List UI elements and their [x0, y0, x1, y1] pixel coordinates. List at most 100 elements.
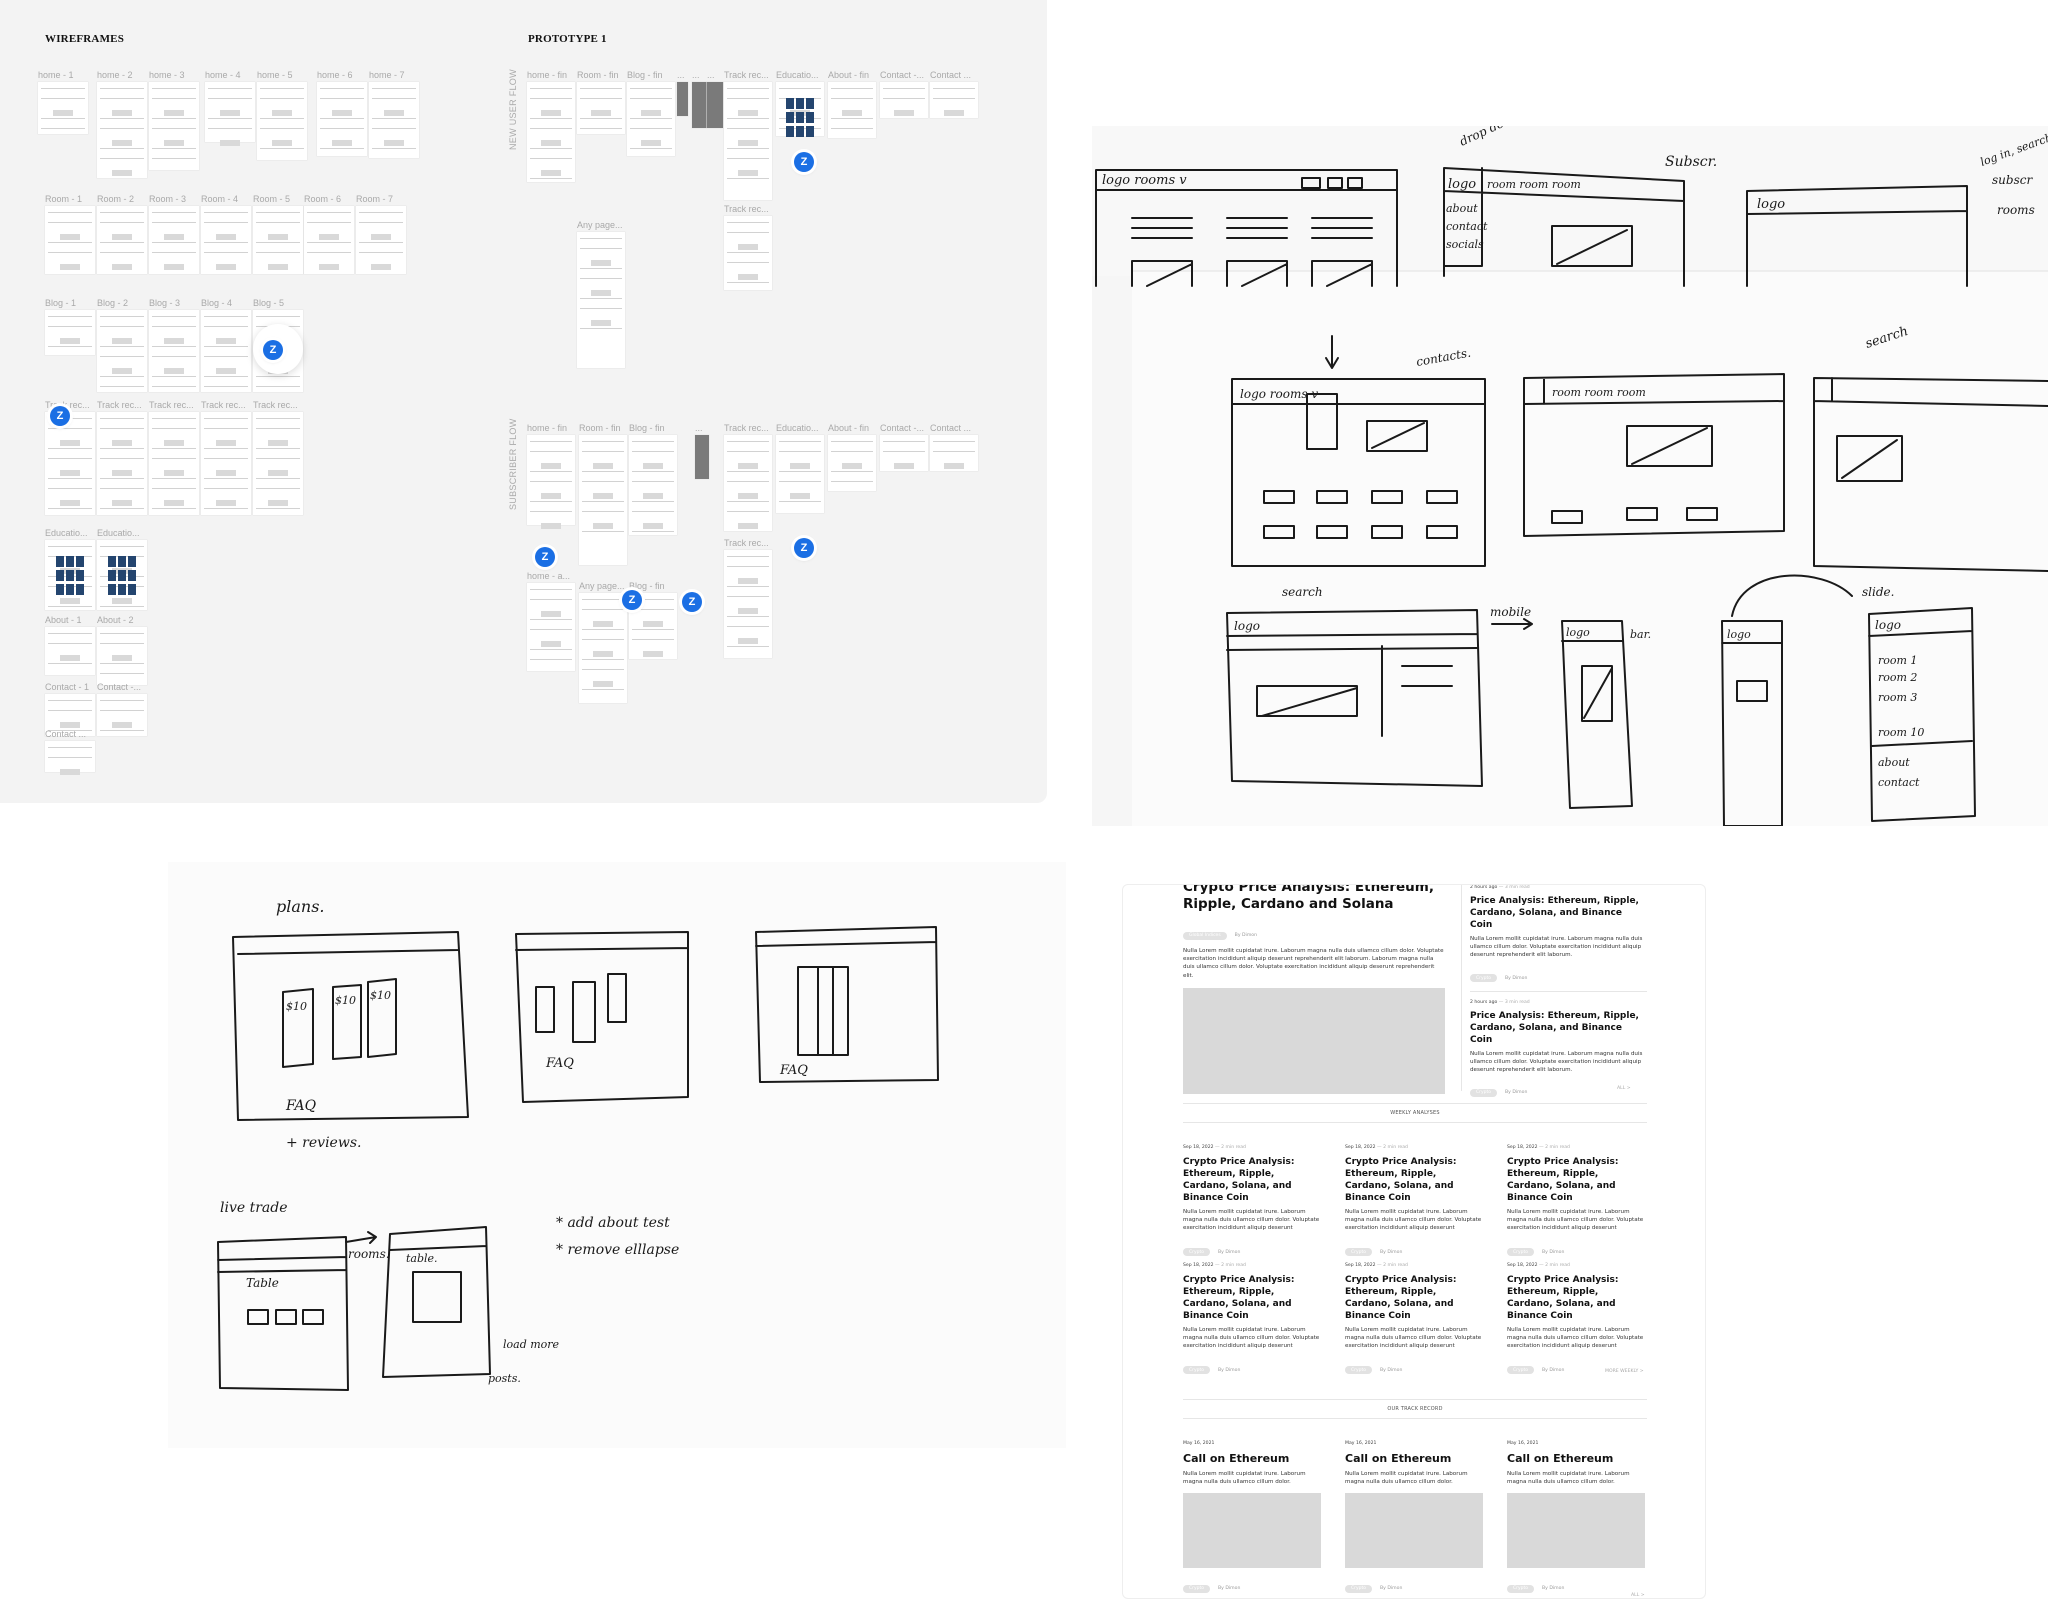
card-tag[interactable]: Crypto — [1183, 1248, 1211, 1257]
artboard-label[interactable]: Room - 2 — [97, 194, 134, 204]
artboard[interactable]: Contact ... — [930, 70, 978, 118]
card-title[interactable]: Crypto Price Analysis: Ethereum, Ripple,… — [1183, 1156, 1321, 1204]
side-article-tag[interactable]: Crypto — [1470, 1088, 1498, 1097]
artboard[interactable]: Contact ... — [45, 729, 95, 775]
artboard[interactable]: Contact -... — [880, 70, 928, 118]
more-weekly-link[interactable]: MORE WEEKLY > — [1605, 1369, 1644, 1374]
artboard[interactable]: About - 1 — [45, 615, 95, 675]
artboard-label[interactable]: Track rec... — [149, 400, 194, 410]
artboard[interactable]: home - fin — [527, 423, 575, 529]
track-record-card[interactable]: May 16, 2021 Call on Ethereum Nulla Lorem … — [1183, 1441, 1321, 1593]
artboard-label[interactable]: home - 2 — [97, 70, 133, 80]
artboard-label[interactable]: ... — [677, 70, 685, 80]
artboard[interactable]: Room - 3 — [149, 194, 199, 274]
artboard-label[interactable]: home - 5 — [257, 70, 293, 80]
artboard-label[interactable]: About - fin — [828, 423, 869, 433]
artboard[interactable]: Track rec... — [97, 400, 147, 515]
artboard[interactable]: Any page... — [577, 220, 625, 368]
collaborator-avatar[interactable]: Z — [682, 592, 702, 612]
track-all-link[interactable]: ALL > — [1631, 1593, 1645, 1598]
weekly-analysis-card[interactable]: Sep 18, 2022 — 2 min read Crypto Price An… — [1507, 1145, 1645, 1257]
artboard-label[interactable]: Room - fin — [579, 423, 621, 433]
artboard[interactable]: Room - 2 — [97, 194, 147, 274]
weekly-analysis-card[interactable]: Sep 18, 2022 — 2 min read Crypto Price An… — [1183, 1145, 1321, 1257]
artboard-label[interactable]: home - fin — [527, 70, 567, 80]
artboard[interactable]: Blog - 2 — [97, 298, 147, 392]
all-link[interactable]: ALL > — [1617, 1086, 1631, 1091]
artboard-label[interactable]: ... — [695, 423, 703, 433]
artboard[interactable]: home - 5 — [257, 70, 307, 160]
track-record-card[interactable]: May 16, 2021 Call on Ethereum Nulla Lorem … — [1345, 1441, 1483, 1593]
card-tag[interactable]: Crypto — [1345, 1366, 1373, 1375]
artboard[interactable]: home - 2 — [97, 70, 147, 178]
artboard[interactable]: Blog - fin — [629, 423, 677, 535]
artboard[interactable]: Track rec... — [45, 400, 95, 515]
collaborator-avatar[interactable]: Z — [794, 152, 814, 172]
artboard[interactable]: home - a... — [527, 571, 575, 671]
card-title[interactable]: Crypto Price Analysis: Ethereum, Ripple,… — [1183, 1274, 1321, 1322]
artboard-label[interactable]: Educatio... — [97, 528, 140, 538]
artboard[interactable]: Educatio... — [45, 528, 95, 610]
artboard-label[interactable]: Contact ... — [45, 729, 86, 739]
artboard-label[interactable]: Track rec... — [201, 400, 246, 410]
artboard-label[interactable]: home - 7 — [369, 70, 405, 80]
side-article-title[interactable]: Price Analysis: Ethereum, Ripple, Cardan… — [1470, 1010, 1647, 1046]
artboard-label[interactable]: Blog - fin — [629, 423, 665, 433]
artboard-label[interactable]: Track rec... — [724, 538, 769, 548]
artboard-label[interactable]: home - fin — [527, 423, 567, 433]
artboard-label[interactable]: Track rec... — [253, 400, 298, 410]
artboard-label[interactable]: Educatio... — [776, 70, 819, 80]
artboard-label[interactable]: home - 1 — [38, 70, 74, 80]
card-tag[interactable]: Crypto — [1507, 1366, 1535, 1375]
artboard[interactable]: About - fin — [828, 423, 876, 491]
artboard-label[interactable]: Contact - 1 — [45, 682, 89, 692]
artboard-label[interactable]: Blog - 5 — [253, 298, 284, 308]
artboard[interactable]: home - 1 — [38, 70, 88, 134]
artboard[interactable]: Blog - 1 — [45, 298, 95, 355]
weekly-analysis-card[interactable]: Sep 18, 2022 — 2 min read Crypto Price An… — [1183, 1263, 1321, 1375]
artboard[interactable]: ... — [707, 70, 723, 128]
artboard[interactable]: Track rec... — [724, 423, 772, 531]
artboard-label[interactable]: Room - 6 — [304, 194, 341, 204]
artboard-label[interactable]: About - 2 — [97, 615, 134, 625]
artboard[interactable]: Track rec... — [724, 538, 772, 658]
track-record-card[interactable]: May 16, 2021 Call on Ethereum Nulla Lorem … — [1507, 1441, 1645, 1593]
artboard-label[interactable]: Track rec... — [97, 400, 142, 410]
weekly-analysis-card[interactable]: Sep 18, 2022 — 2 min read Crypto Price An… — [1507, 1263, 1645, 1375]
artboard-label[interactable]: Educatio... — [45, 528, 88, 538]
card-tag[interactable]: Crypto — [1507, 1584, 1535, 1593]
artboard[interactable]: Blog - 4 — [201, 298, 251, 392]
artboard-label[interactable]: Room - 3 — [149, 194, 186, 204]
card-title[interactable]: Crypto Price Analysis: Ethereum, Ripple,… — [1345, 1274, 1483, 1322]
artboard-label[interactable]: Track rec... — [724, 70, 769, 80]
artboard-label[interactable]: Room - 7 — [356, 194, 393, 204]
artboard-label[interactable]: Room - 5 — [253, 194, 290, 204]
collaborator-avatar[interactable]: Z — [50, 406, 70, 426]
artboard[interactable]: About - fin — [828, 70, 876, 138]
artboard-label[interactable]: Blog - 2 — [97, 298, 128, 308]
artboard[interactable]: home - 3 — [149, 70, 199, 170]
artboard-label[interactable]: Blog - 1 — [45, 298, 76, 308]
side-article-title[interactable]: Price Analysis: Ethereum, Ripple, Cardan… — [1470, 895, 1647, 931]
artboard[interactable]: Blog - 3 — [149, 298, 199, 392]
artboard-label[interactable]: ... — [707, 70, 715, 80]
artboard[interactable]: ... — [695, 423, 709, 479]
collaborator-avatar[interactable]: Z — [794, 538, 814, 558]
artboard-label[interactable]: Any page... — [577, 220, 623, 230]
weekly-analysis-card[interactable]: Sep 18, 2022 — 2 min read Crypto Price An… — [1345, 1263, 1483, 1375]
artboard[interactable]: Room - fin — [579, 423, 627, 565]
card-title[interactable]: Crypto Price Analysis: Ethereum, Ripple,… — [1507, 1274, 1645, 1322]
artboard[interactable]: Contact ... — [930, 423, 978, 471]
artboard[interactable]: Track rec... — [201, 400, 251, 515]
artboard[interactable]: Blog - fin — [627, 70, 675, 156]
card-title[interactable]: Crypto Price Analysis: Ethereum, Ripple,… — [1507, 1156, 1645, 1204]
artboard-label[interactable]: home - 4 — [205, 70, 241, 80]
artboard[interactable]: ... — [692, 70, 707, 128]
artboard-label[interactable]: Contact -... — [880, 423, 924, 433]
artboard[interactable]: Educatio... — [97, 528, 147, 610]
artboard[interactable]: home - 4 — [205, 70, 255, 146]
artboard-label[interactable]: Room - fin — [577, 70, 619, 80]
artboard[interactable]: Educatio... — [776, 423, 824, 513]
collaborator-avatar[interactable]: Z — [622, 590, 642, 610]
artboard-label[interactable]: home - 3 — [149, 70, 185, 80]
